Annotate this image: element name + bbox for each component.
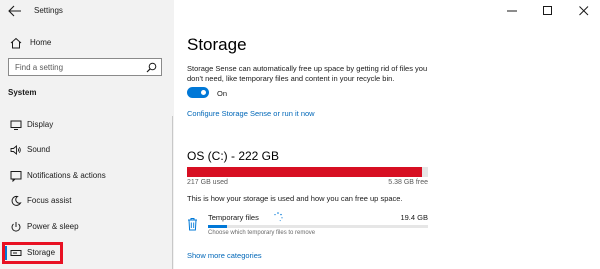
close-button[interactable] (570, 2, 598, 20)
sidebar-item-sound[interactable]: Sound (4, 141, 172, 159)
sidebar-item-notifications[interactable]: Notifications & actions (4, 167, 172, 185)
notification-icon (10, 171, 22, 182)
drive-used-label: 217 GB used (187, 179, 228, 186)
close-icon (579, 6, 589, 16)
storage-page: Storage Storage Sense can automatically … (174, 24, 600, 269)
drive-usage-fill (187, 167, 423, 177)
sidebar-item-display[interactable]: Display (4, 116, 172, 134)
minimize-icon (507, 10, 517, 12)
window-title: Settings (34, 6, 63, 15)
settings-window: Settings Home Find a setting System Disp… (0, 0, 600, 269)
minimize-button[interactable] (498, 2, 526, 20)
section-heading-system: System (8, 88, 37, 97)
home-nav-item[interactable]: Home (8, 34, 158, 52)
category-usage-fill (208, 225, 228, 228)
search-input[interactable]: Find a setting (8, 58, 162, 76)
category-usage-bar (208, 225, 428, 228)
back-button[interactable] (8, 4, 24, 18)
sidebar-item-focus-assist[interactable]: Focus assist (4, 192, 172, 210)
configure-storage-sense-link[interactable]: Configure Storage Sense or run it now (187, 109, 315, 118)
sidebar-item-label: Sound (27, 145, 51, 154)
trash-icon (188, 218, 197, 231)
search-placeholder: Find a setting (15, 63, 64, 72)
back-arrow-icon (8, 5, 21, 17)
home-label: Home (30, 38, 52, 47)
sidebar-scrollbar[interactable] (172, 116, 173, 269)
drive-usage-bar (187, 167, 428, 177)
sidebar-item-label: Focus assist (27, 196, 72, 205)
moon-icon (11, 195, 22, 206)
category-size: 19.4 GB (400, 213, 428, 222)
storage-sense-description: Storage Sense can automatically free up … (187, 64, 428, 83)
highlight-annotation (2, 242, 63, 264)
show-more-categories-link[interactable]: Show more categories (187, 251, 262, 260)
maximize-button[interactable] (534, 2, 562, 20)
search-icon (146, 62, 157, 73)
speaker-icon (10, 145, 21, 155)
sidebar-item-power-sleep[interactable]: Power & sleep (4, 218, 172, 236)
category-label: Temporary files (208, 213, 259, 222)
loading-spinner-icon (274, 212, 283, 222)
sidebar-item-label: Notifications & actions (27, 171, 106, 180)
display-icon (10, 120, 22, 130)
toggle-state-label: On (217, 89, 228, 98)
drive-usage-description: This is how your storage is used and how… (187, 194, 403, 203)
sidebar-item-label: Display (27, 120, 54, 129)
storage-sense-toggle[interactable] (187, 87, 209, 98)
page-title: Storage (187, 35, 247, 54)
sidebar-item-label: Power & sleep (27, 222, 79, 231)
category-subtext: Choose which temporary files to remove (208, 230, 316, 236)
maximize-icon (543, 6, 552, 15)
home-icon (10, 37, 22, 49)
toggle-knob (201, 90, 206, 95)
drive-free-label: 5.38 GB free (388, 179, 428, 186)
power-icon (11, 222, 21, 232)
drive-title: OS (C:) - 222 GB (187, 149, 280, 163)
title-bar: Settings (0, 0, 600, 24)
category-temporary-files[interactable]: Temporary files 19.4 GB Choose which tem… (187, 212, 428, 242)
